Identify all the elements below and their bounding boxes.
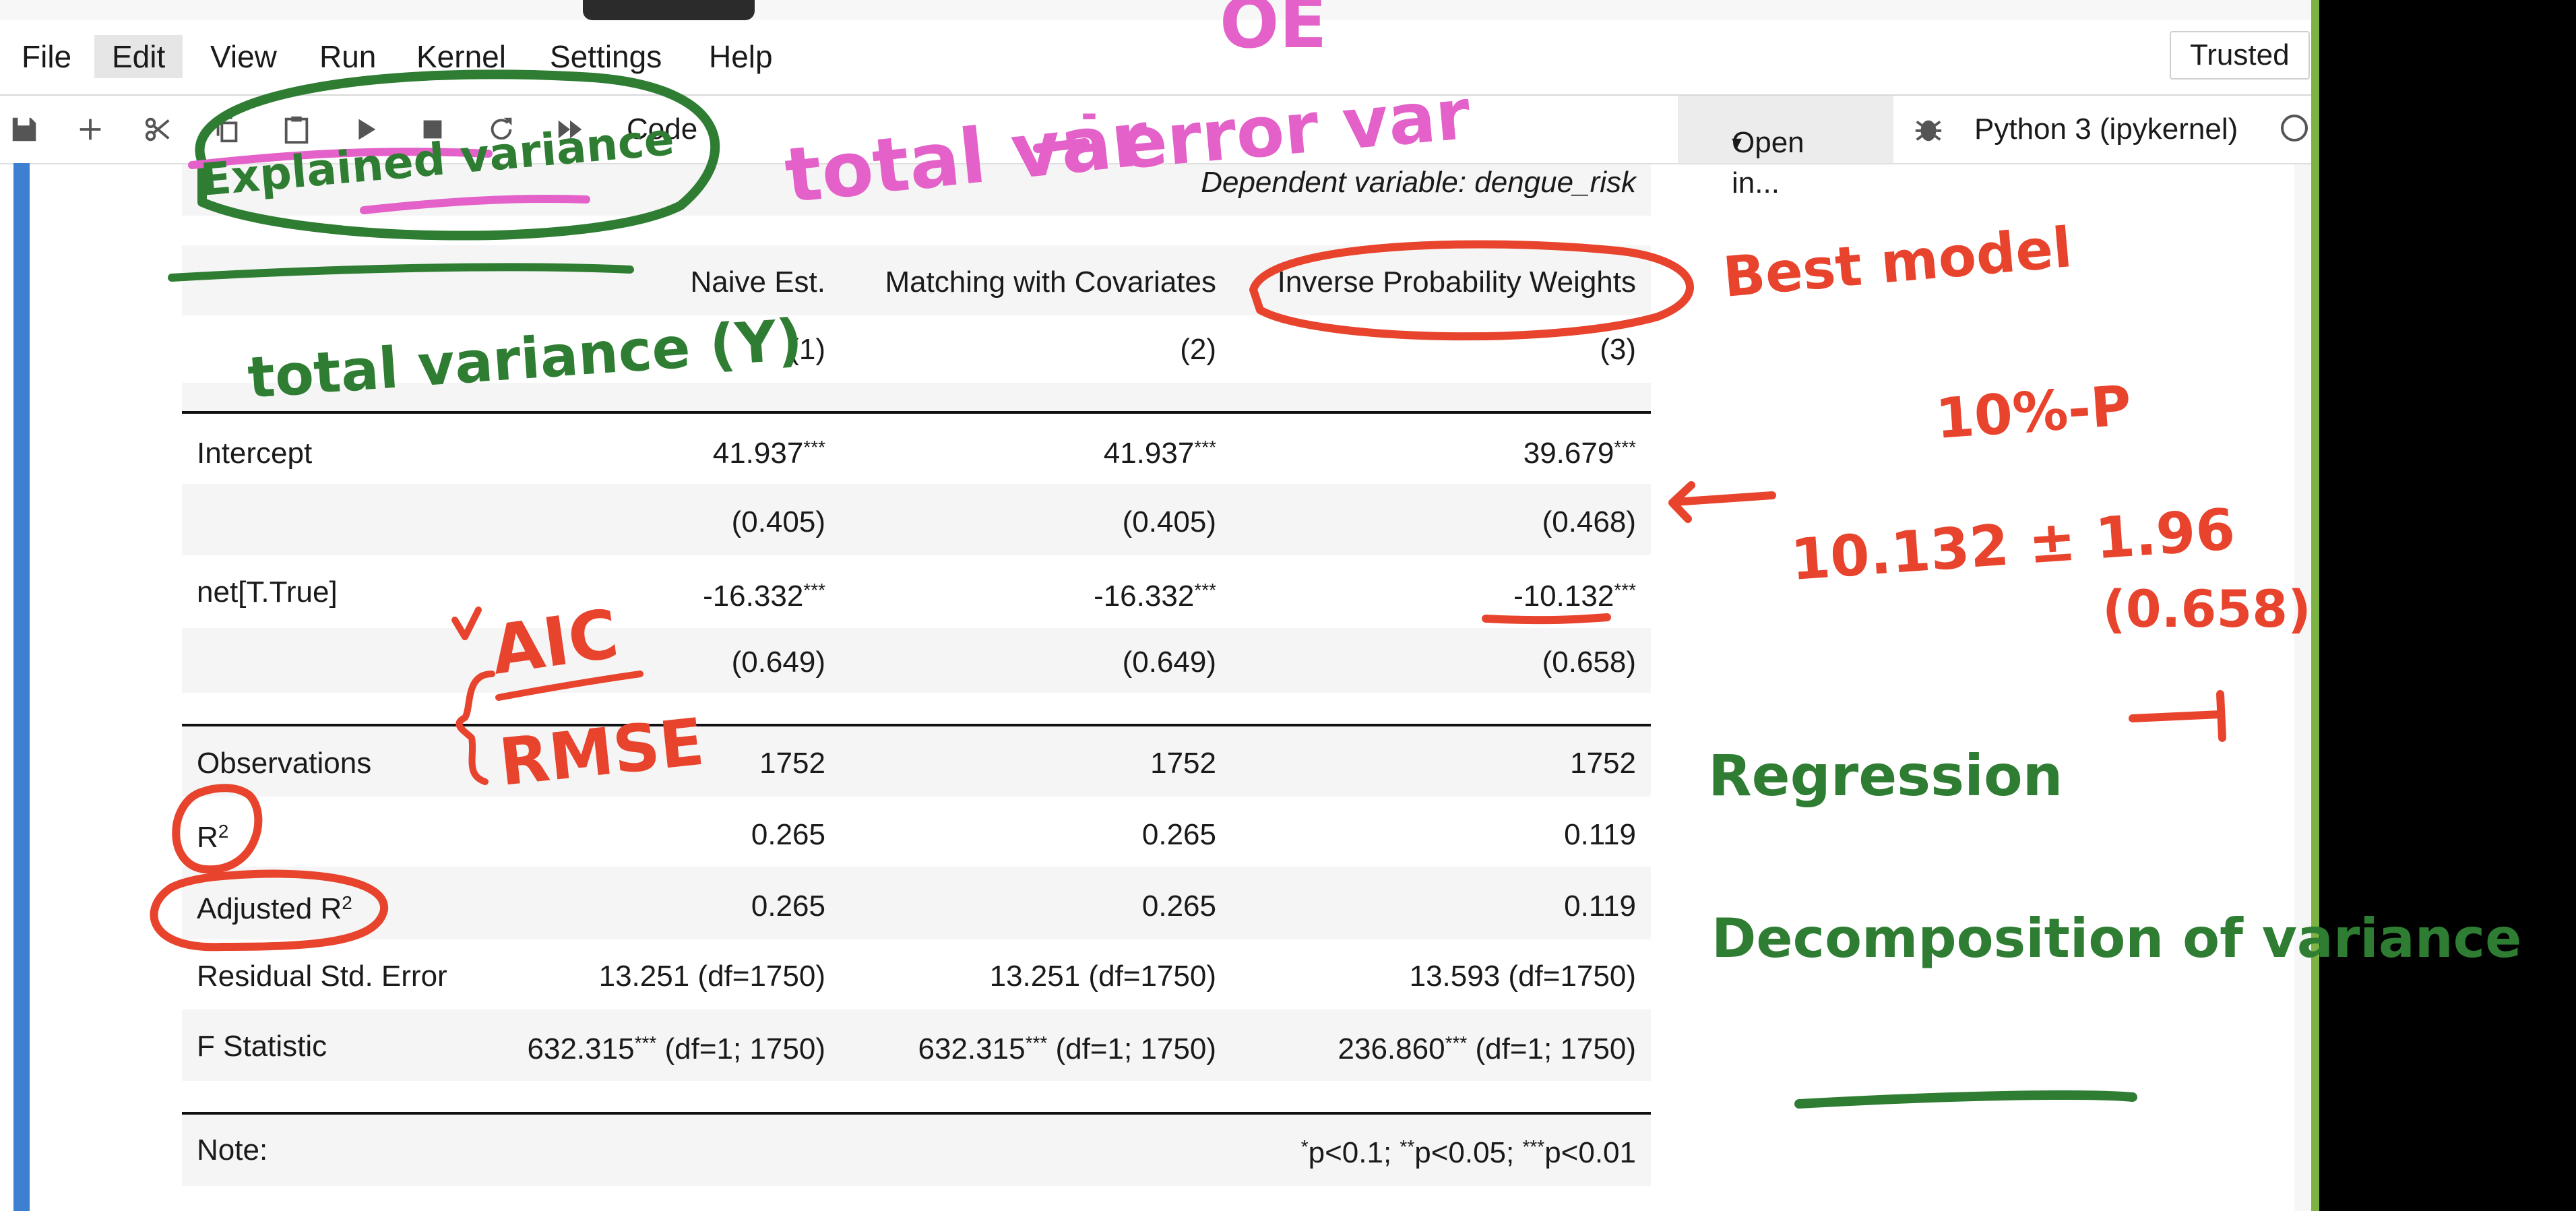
red-circle-r2 — [172, 784, 263, 874]
pink-minus-note: - — [1081, 91, 1098, 138]
green-explained-note: Explained variance — [199, 113, 677, 206]
red-circle-best — [1249, 240, 1694, 341]
red-circle-adj-r2 — [150, 869, 389, 952]
green-underline-decomp — [1794, 1090, 2137, 1109]
red-best-model-note: Best model — [1720, 216, 2074, 310]
red-underline-coef — [1482, 613, 1611, 625]
green-regression-note: Regression — [1708, 743, 2063, 809]
red-aic-note: AIC — [486, 594, 623, 690]
pink-strike-2 — [360, 194, 590, 214]
red-arrow-left — [1668, 481, 1776, 523]
red-brace — [455, 671, 495, 785]
ink-annotations-layer: total var - error var OE Explained varia… — [150, 0, 2521, 1109]
red-10p-note: 10%-P — [1934, 374, 2133, 452]
green-total-variance-note: total variance (Y) — [246, 307, 805, 411]
red-arrow-right — [2129, 690, 2226, 742]
red-se-note: (0.658) — [2102, 579, 2311, 639]
red-rmse-note: RMSE — [496, 704, 708, 801]
green-decomp-note: Decomposition of variance — [1711, 907, 2521, 970]
green-underline-header — [168, 263, 634, 282]
pink-error-var-note: error var — [1117, 73, 1474, 185]
pink-oe-note: OE — [1220, 0, 1327, 64]
red-tick-aic — [451, 607, 482, 640]
